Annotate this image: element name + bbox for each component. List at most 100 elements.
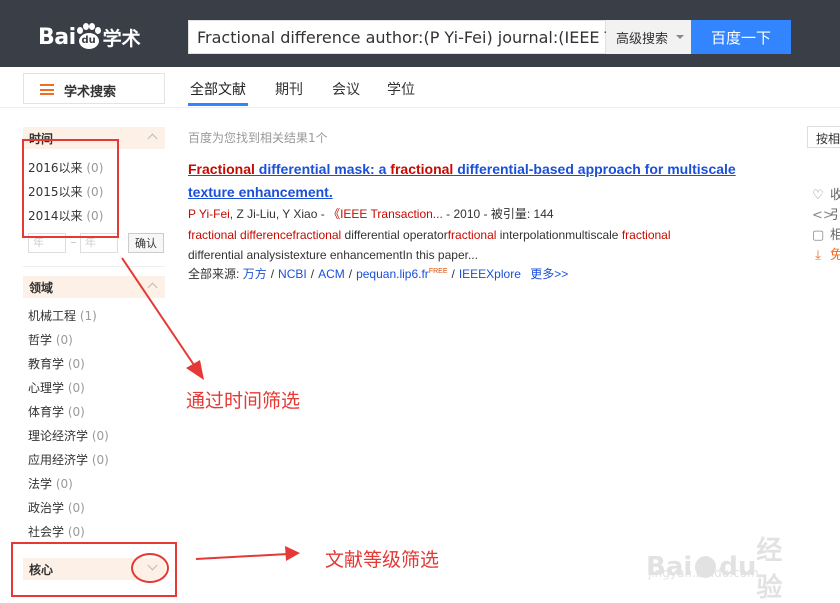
arrow-line-core xyxy=(195,553,289,560)
code-icon: <> xyxy=(812,208,834,223)
abstract-segment: differential analysistexture enhancement… xyxy=(188,248,478,262)
facet-item-label: 机械工程 xyxy=(28,309,77,323)
chevron-down-icon xyxy=(676,35,684,39)
source-link[interactable]: 万方 xyxy=(243,267,267,281)
field-filter-item[interactable]: 教育学 (0) xyxy=(28,355,85,372)
cite-tool[interactable]: <>引 xyxy=(812,204,840,223)
field-filter-item[interactable]: 体育学 (0) xyxy=(28,403,85,420)
venue-link[interactable]: 《IEEE Transaction... xyxy=(328,207,443,221)
annotation-box-time xyxy=(22,139,119,238)
tab-all-literature[interactable]: 全部文献 xyxy=(190,79,246,99)
watermark-text: 经验 xyxy=(756,536,783,603)
logo-text-xueshu: 学术 xyxy=(102,27,141,50)
field-filter-item[interactable]: 心理学 (0) xyxy=(28,379,85,396)
baidu-jingyan-watermark: Bai du 经验 jingyan.baidu.com xyxy=(646,530,806,603)
search-box xyxy=(188,20,607,54)
facet-item-count: (0) xyxy=(67,501,85,515)
cited-label: 被引量: xyxy=(490,207,531,221)
advanced-search-button[interactable]: 高级搜索 xyxy=(606,20,691,54)
author-link[interactable]: Z Ji-Liu xyxy=(236,207,275,221)
active-tab-indicator xyxy=(188,103,248,106)
logo-text-bai: Bai xyxy=(38,24,76,50)
facet-item-count: (0) xyxy=(67,405,85,419)
baidu-xueshu-logo[interactable]: Bai du 学术 xyxy=(38,20,141,54)
menu-label: 学术搜索 xyxy=(64,85,117,100)
tool-label: 免 xyxy=(830,248,840,263)
facet-item-label: 心理学 xyxy=(28,381,65,395)
facet-item-label: 社会学 xyxy=(28,525,65,539)
facet-divider xyxy=(23,266,165,267)
facet-item-label: 体育学 xyxy=(28,405,65,419)
tab-journals[interactable]: 期刊 xyxy=(275,79,303,99)
arrowhead-core xyxy=(285,546,300,561)
source-link[interactable]: ACM xyxy=(318,267,345,281)
document-icon: ▢ xyxy=(812,228,825,243)
facet-item-count: (0) xyxy=(91,429,109,443)
title-segment: differential mask: a xyxy=(254,161,391,177)
collect-tool[interactable]: ♡ 收 xyxy=(812,184,840,203)
facet-item-label: 理论经济学 xyxy=(28,429,89,443)
abstract-segment: interpolationmultiscale xyxy=(496,228,622,242)
facet-item-count: (0) xyxy=(67,381,85,395)
annotation-level-label: 文献等级筛选 xyxy=(325,549,440,571)
tool-label: 引 xyxy=(830,208,840,223)
sort-button[interactable]: 按相 xyxy=(807,126,840,148)
cited-count[interactable]: 144 xyxy=(534,207,554,221)
title-segment: Fractional xyxy=(188,161,255,177)
publish-year: 2010 xyxy=(453,207,481,221)
chevron-up-icon xyxy=(147,133,158,144)
field-filter-item[interactable]: 政治学 (0) xyxy=(28,499,85,516)
facet-item-count: (0) xyxy=(91,453,109,467)
xueshu-menu-button[interactable]: 学术搜索 xyxy=(23,73,165,104)
annotation-circle xyxy=(131,553,169,583)
range-dash xyxy=(71,242,76,243)
result-meta: P Yi-Fei, Z Ji-Liu, Y Xiao - 《IEEE Trans… xyxy=(188,207,554,221)
search-button[interactable]: 百度一下 xyxy=(691,20,791,54)
facet-header-field[interactable]: 领域 xyxy=(23,276,165,298)
abstract-segment: differential operator xyxy=(341,228,448,242)
facet-item-count: (0) xyxy=(55,477,73,491)
facet-item-label: 应用经济学 xyxy=(28,453,89,467)
facet-item-count: (0) xyxy=(67,357,85,371)
hamburger-icon xyxy=(40,84,54,95)
source-link[interactable]: pequan.lip6.fr xyxy=(356,267,429,281)
facet-item-label: 教育学 xyxy=(28,357,65,371)
source-link[interactable]: IEEEXplore xyxy=(459,267,521,281)
abstract-segment: fractional xyxy=(447,228,497,242)
field-filter-item[interactable]: 法学 (0) xyxy=(28,475,73,492)
advanced-search-label: 高级搜索 xyxy=(616,31,669,47)
author-link[interactable]: P Yi-Fei xyxy=(188,207,230,221)
paw-icon: du xyxy=(76,23,101,49)
tab-degrees[interactable]: 学位 xyxy=(387,79,415,99)
related-tool[interactable]: ▢ 相 xyxy=(812,224,840,243)
facet-item-label: 哲学 xyxy=(28,333,53,347)
facet-title-field: 领域 xyxy=(29,281,54,295)
nav-divider xyxy=(0,107,840,108)
field-filter-item[interactable]: 应用经济学 (0) xyxy=(28,451,109,468)
heart-icon: ♡ xyxy=(812,188,824,203)
tool-label: 相 xyxy=(830,228,840,243)
tab-conferences[interactable]: 会议 xyxy=(332,79,360,99)
author-link[interactable]: Y Xiao xyxy=(282,207,317,221)
field-filter-item[interactable]: 机械工程 (1) xyxy=(28,307,97,324)
source-link[interactable]: NCBI xyxy=(278,267,307,281)
confirm-year-button[interactable]: 确认 xyxy=(128,233,164,253)
free-download-tool[interactable]: ⤓ 免 xyxy=(812,244,840,263)
field-filter-item[interactable]: 哲学 (0) xyxy=(28,331,73,348)
search-input[interactable] xyxy=(189,21,607,53)
logo-text-du: du xyxy=(81,35,96,46)
watermark-url: jingyan.baidu.com xyxy=(648,566,759,580)
arrowhead-time xyxy=(186,360,204,380)
field-filter-item[interactable]: 理论经济学 (0) xyxy=(28,427,109,444)
annotation-time-label: 通过时间筛选 xyxy=(186,390,301,412)
facet-item-count: (0) xyxy=(55,333,73,347)
result-title-link[interactable]: Fractional differential mask: a fraction… xyxy=(188,158,778,204)
more-sources-link[interactable]: 更多>> xyxy=(530,267,568,281)
free-badge: FREE xyxy=(428,268,448,275)
result-sources: 全部来源: 万方 / NCBI / ACM / pequan.lip6.frFREE / IEE… xyxy=(188,267,569,281)
field-filter-item[interactable]: 社会学 (0) xyxy=(28,523,85,540)
result-abstract: fractional differencefractional differen… xyxy=(188,225,728,265)
arrow-line-time xyxy=(121,257,197,369)
chevron-up-icon xyxy=(147,282,158,293)
tool-label: 收 xyxy=(830,188,840,203)
